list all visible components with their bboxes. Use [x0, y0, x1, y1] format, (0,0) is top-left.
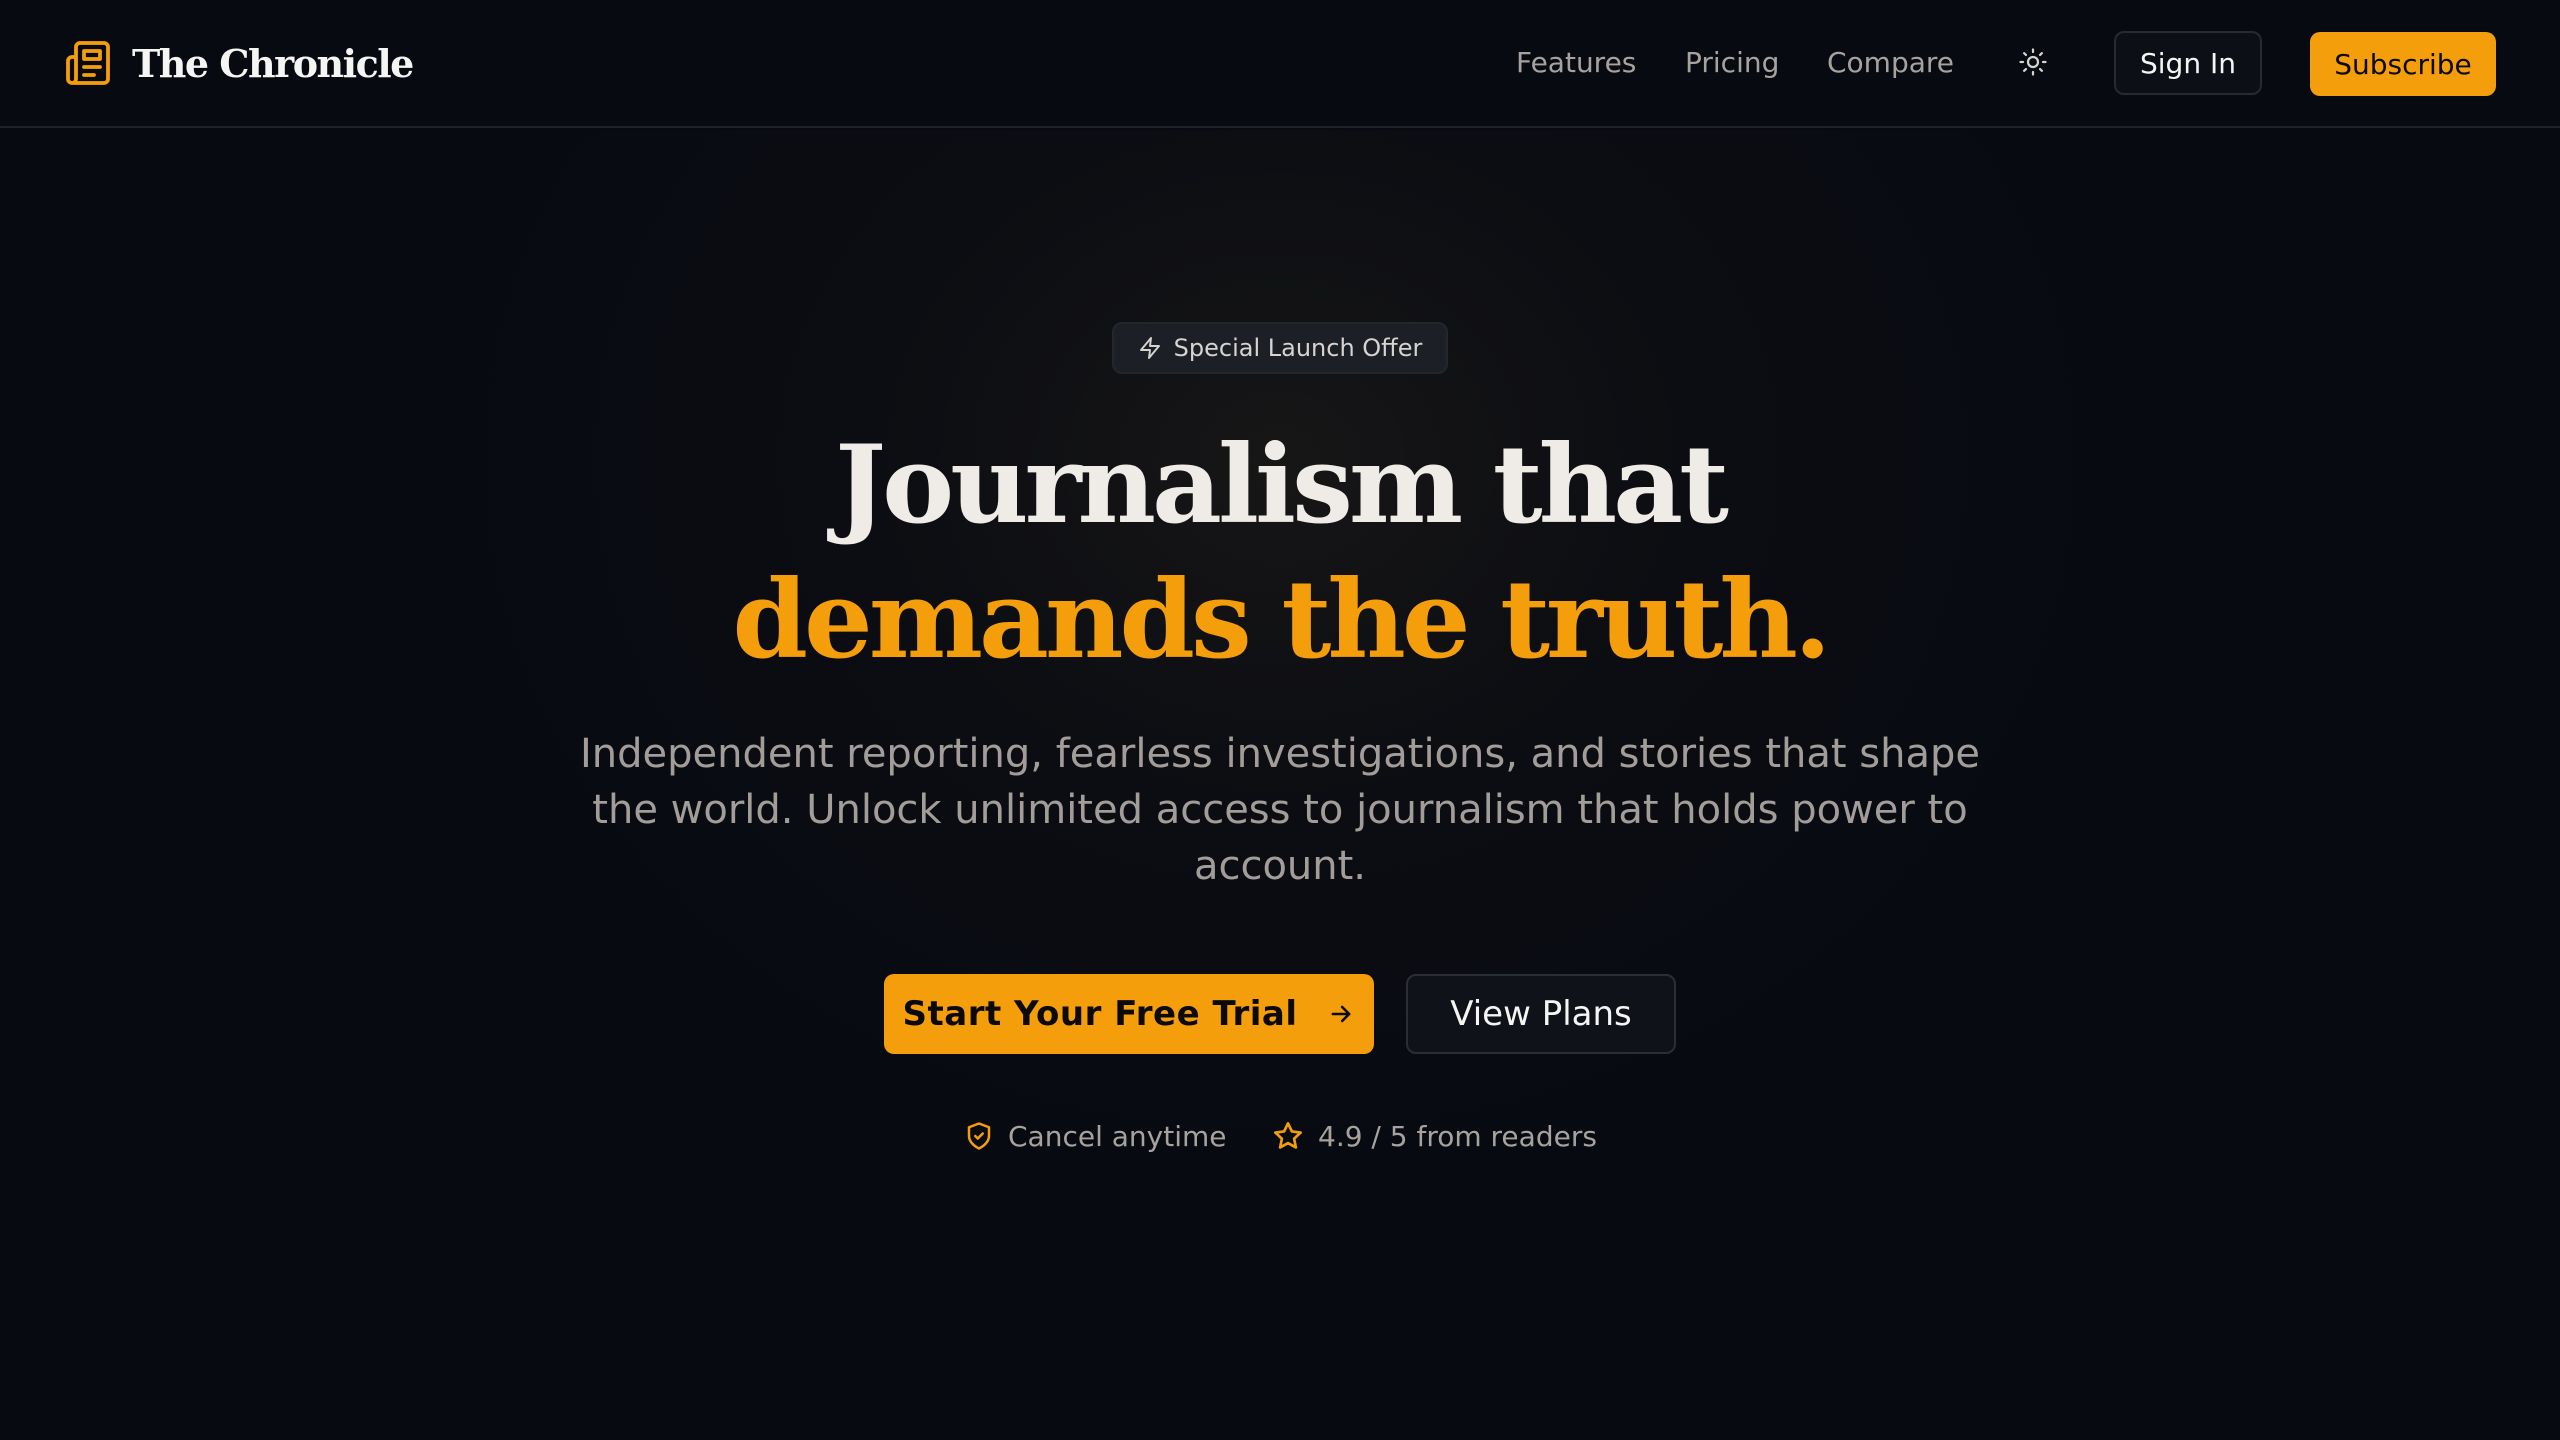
nav-link-compare[interactable]: Compare [1827, 40, 1954, 86]
view-plans-button[interactable]: View Plans [1406, 974, 1676, 1054]
star-icon [1274, 1122, 1302, 1149]
badge-label: Special Launch Offer [1173, 334, 1423, 362]
trust-rating: 4.9 / 5 from readers [1272, 1116, 1597, 1156]
sun-icon [2018, 47, 2048, 81]
newspaper-icon [64, 39, 112, 87]
trust-cancel-label: Cancel anytime [1008, 1119, 1227, 1153]
start-free-trial-label: Start Your Free Trial [902, 994, 1298, 1034]
launch-offer-badge: Special Launch Offer [1112, 322, 1448, 374]
brand-name: The Chronicle [132, 40, 414, 86]
lightning-icon [1139, 337, 1160, 359]
shield-check-icon [967, 1122, 991, 1150]
start-free-trial-button[interactable]: Start Your Free Trial [884, 974, 1374, 1054]
nav-link-pricing[interactable]: Pricing [1685, 40, 1779, 86]
headline-line-2: demands the truth. [732, 557, 1832, 683]
nav-link-features[interactable]: Features [1516, 40, 1636, 86]
sign-in-button[interactable]: Sign In [2114, 31, 2262, 95]
theme-toggle-button[interactable] [2010, 44, 2056, 84]
headline-line-1: Journalism that [834, 422, 1729, 548]
hero-subtext: Independent reporting, fearless investig… [580, 731, 1980, 889]
arrow-right-icon [1332, 1005, 1351, 1023]
brand-logo-link[interactable]: The Chronicle [64, 38, 414, 88]
trust-cancel-anytime: Cancel anytime [964, 1116, 1227, 1156]
subscribe-button[interactable]: Subscribe [2310, 32, 2496, 96]
trust-rating-label: 4.9 / 5 from readers [1318, 1119, 1597, 1153]
site-header: The Chronicle Features Pricing Compare S… [0, 0, 2560, 128]
